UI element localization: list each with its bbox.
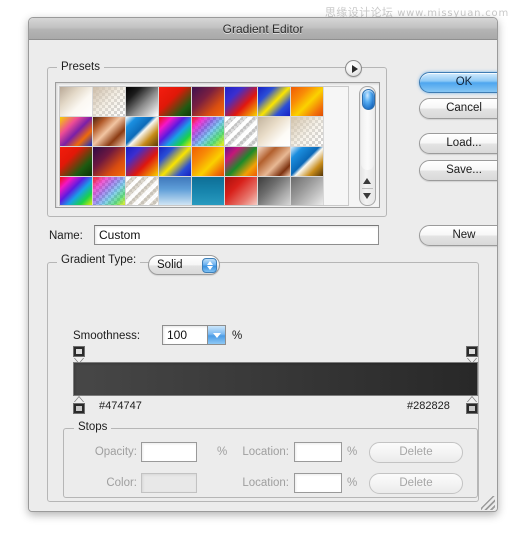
resize-grip-icon[interactable] — [481, 496, 495, 510]
preset-swatch[interactable] — [192, 117, 225, 147]
dialog-title: Gradient Editor — [222, 22, 304, 36]
preset-swatch[interactable] — [126, 147, 159, 177]
preset-menu-icon[interactable] — [345, 60, 362, 77]
smoothness-input[interactable]: 100 — [162, 325, 226, 345]
smoothness-label: Smoothness: — [73, 330, 141, 342]
preset-swatch[interactable] — [60, 147, 93, 177]
gradient-preview-bar[interactable] — [73, 362, 478, 396]
gradient-left-hex-label: #474747 — [99, 400, 142, 412]
preset-swatch[interactable] — [225, 177, 258, 205]
preset-swatch[interactable] — [93, 177, 126, 205]
opacity-label: Opacity: — [94, 446, 137, 458]
preset-swatch[interactable] — [225, 117, 258, 147]
preset-swatch[interactable] — [291, 117, 324, 147]
preset-swatch[interactable] — [291, 147, 324, 177]
preset-swatch[interactable] — [192, 147, 225, 177]
preset-swatch[interactable] — [291, 177, 324, 205]
preset-swatch[interactable] — [258, 147, 291, 177]
stops-group-label: Stops — [74, 421, 112, 433]
preset-swatch[interactable] — [159, 87, 192, 117]
preset-swatch[interactable] — [159, 147, 192, 177]
preset-swatch[interactable] — [126, 87, 159, 117]
opacity-stop-marker-icon[interactable] — [73, 346, 86, 363]
save-button[interactable]: Save... — [419, 160, 497, 181]
stepper-updown-icon[interactable] — [202, 258, 217, 273]
name-input[interactable]: Custom — [94, 225, 379, 245]
opacity-location-input[interactable] — [294, 442, 342, 462]
gradient-right-hex-label: #282828 — [407, 400, 450, 412]
scrollbar-track[interactable] — [361, 88, 375, 170]
color-location-label: Location: — [242, 477, 289, 489]
presets-well — [55, 82, 380, 208]
dialog-body: Presets OK Cancel Load... Save... Name: … — [29, 40, 497, 511]
preset-swatch[interactable] — [159, 117, 192, 147]
preset-swatch[interactable] — [60, 177, 93, 205]
presets-group-label: Presets — [57, 61, 104, 73]
smoothness-value: 100 — [167, 328, 188, 342]
dialog-titlebar[interactable]: Gradient Editor — [29, 18, 497, 40]
preset-swatch[interactable] — [258, 87, 291, 117]
new-button[interactable]: New — [419, 225, 497, 246]
preset-swatch[interactable] — [192, 177, 225, 205]
color-location-unit: % — [347, 477, 358, 489]
preset-swatch[interactable] — [60, 117, 93, 147]
gradient-editor-dialog: Gradient Editor Presets OK Cancel Load..… — [28, 17, 498, 512]
color-stop-marker-icon[interactable] — [466, 397, 479, 415]
opacity-stop-marker-icon[interactable] — [466, 346, 479, 363]
chevron-down-icon[interactable] — [207, 326, 225, 344]
smoothness-unit: % — [232, 330, 243, 342]
preset-swatch[interactable] — [126, 177, 159, 205]
color-label: Color: — [106, 477, 137, 489]
color-stop-marker-icon[interactable] — [73, 397, 86, 415]
preset-swatch[interactable] — [258, 117, 291, 147]
name-label: Name: — [49, 230, 83, 242]
scrollbar-thumb[interactable] — [362, 89, 375, 110]
triangle-up-icon[interactable] — [361, 174, 374, 189]
preset-swatch[interactable] — [60, 87, 93, 117]
preset-swatch[interactable] — [93, 117, 126, 147]
screen: 思缘设计论坛 www.missyuan.com Gradient Editor … — [0, 0, 515, 546]
gradient-type-value: Solid — [157, 259, 183, 271]
delete-color-stop-button[interactable]: Delete — [369, 473, 463, 494]
presets-grid-clip — [59, 86, 349, 206]
preset-swatch[interactable] — [159, 177, 192, 205]
preset-swatch[interactable] — [291, 87, 324, 117]
preset-swatch[interactable] — [258, 177, 291, 205]
preset-swatch[interactable] — [225, 87, 258, 117]
opacity-location-unit: % — [347, 446, 358, 458]
color-location-input[interactable] — [294, 473, 342, 493]
gradient-type-select[interactable]: Solid — [148, 255, 220, 275]
cancel-button[interactable]: Cancel — [419, 98, 497, 119]
color-swatch-input[interactable] — [141, 473, 197, 493]
delete-opacity-stop-button[interactable]: Delete — [369, 442, 463, 463]
opacity-input[interactable] — [141, 442, 197, 462]
ok-button[interactable]: OK — [419, 72, 497, 93]
presets-scrollbar[interactable] — [359, 86, 376, 206]
preset-swatch[interactable] — [126, 117, 159, 147]
preset-swatch[interactable] — [93, 87, 126, 117]
preset-swatch[interactable] — [225, 147, 258, 177]
opacity-location-label: Location: — [242, 446, 289, 458]
preset-swatch[interactable] — [192, 87, 225, 117]
load-button[interactable]: Load... — [419, 133, 497, 154]
presets-grid[interactable] — [60, 87, 324, 205]
gradient-type-label: Gradient Type: — [57, 254, 141, 266]
triangle-down-icon[interactable] — [361, 189, 374, 204]
preset-swatch[interactable] — [93, 147, 126, 177]
